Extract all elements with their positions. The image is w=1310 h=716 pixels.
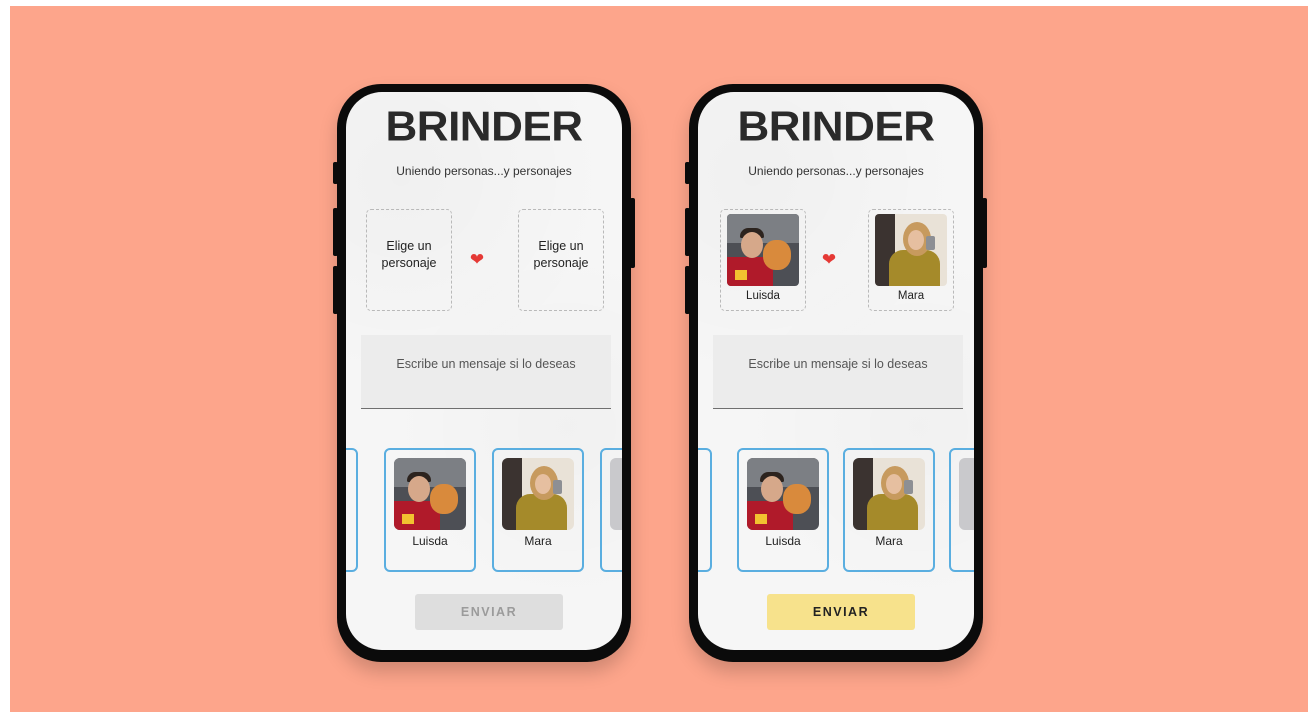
character-card-mara[interactable]: Mara: [843, 448, 935, 572]
app-tagline: Uniendo personas...y personajes: [748, 164, 924, 178]
character-name: Mara: [875, 534, 903, 548]
message-placeholder: Escribe un mensaje si lo deseas: [396, 357, 576, 371]
selected-character-name: Luisda: [746, 290, 780, 302]
character-photo: [502, 458, 574, 530]
character-name: Mara: [524, 534, 552, 548]
character-photo: [853, 458, 925, 530]
app-tagline: Uniendo personas...y personajes: [396, 164, 572, 178]
presentation-background: BRINDER Uniendo personas...y personajes …: [10, 6, 1308, 712]
mute-switch: [685, 162, 690, 184]
app-logo: BRINDER: [385, 103, 583, 150]
selected-character-photo: [727, 214, 799, 286]
character-name: Luisda: [412, 534, 448, 548]
character-card-partial-left[interactable]: [698, 448, 712, 572]
app-screen: BRINDER Uniendo personas...y personajes …: [346, 92, 622, 650]
send-button[interactable]: ENVIAR: [415, 594, 563, 630]
slot-prompt: Elige un personaje: [381, 239, 437, 270]
phone-mockup-empty: BRINDER Uniendo personas...y personajes …: [333, 84, 635, 662]
message-placeholder: Escribe un mensaje si lo deseas: [748, 357, 928, 371]
message-input[interactable]: Escribe un mensaje si lo deseas: [361, 335, 611, 409]
volume-up-button: [685, 208, 690, 256]
character-photo: [610, 458, 622, 530]
mute-switch: [333, 162, 338, 184]
phone-mockup-filled: BRINDER Uniendo personas...y personajes …: [685, 84, 987, 662]
character-name: Luisda: [765, 534, 801, 548]
message-input[interactable]: Escribe un mensaje si lo deseas: [713, 335, 963, 409]
power-button: [982, 198, 987, 268]
volume-down-button: [333, 266, 338, 314]
character-photo: [394, 458, 466, 530]
character-slot-right[interactable]: Elige un personaje: [518, 209, 604, 311]
character-card-luisda[interactable]: Luisda: [737, 448, 829, 572]
volume-up-button: [333, 208, 338, 256]
character-card-mara[interactable]: Mara: [492, 448, 584, 572]
character-carousel[interactable]: Luisda Mara: [698, 448, 974, 572]
character-slot-left[interactable]: Elige un personaje: [366, 209, 452, 311]
character-card-luisda[interactable]: Luisda: [384, 448, 476, 572]
character-card-partial-left[interactable]: [346, 448, 358, 572]
character-card-partial-right[interactable]: [949, 448, 974, 572]
character-slot-left[interactable]: Luisda: [720, 209, 806, 311]
heart-icon: ❤: [469, 250, 485, 269]
selected-character-photo: [875, 214, 947, 286]
character-slot-right[interactable]: Mara: [868, 209, 954, 311]
character-card-partial-right[interactable]: [600, 448, 622, 572]
character-photo: [747, 458, 819, 530]
app-screen: BRINDER Uniendo personas...y personajes …: [698, 92, 974, 650]
character-photo: [959, 458, 974, 530]
character-carousel[interactable]: Luisda Mara: [346, 448, 622, 572]
power-button: [630, 198, 635, 268]
heart-icon: ❤: [821, 250, 837, 269]
selected-character-name: Mara: [897, 290, 925, 302]
slot-prompt: Elige un personaje: [533, 239, 589, 270]
app-logo: BRINDER: [737, 103, 935, 150]
send-button[interactable]: ENVIAR: [767, 594, 915, 630]
volume-down-button: [685, 266, 690, 314]
